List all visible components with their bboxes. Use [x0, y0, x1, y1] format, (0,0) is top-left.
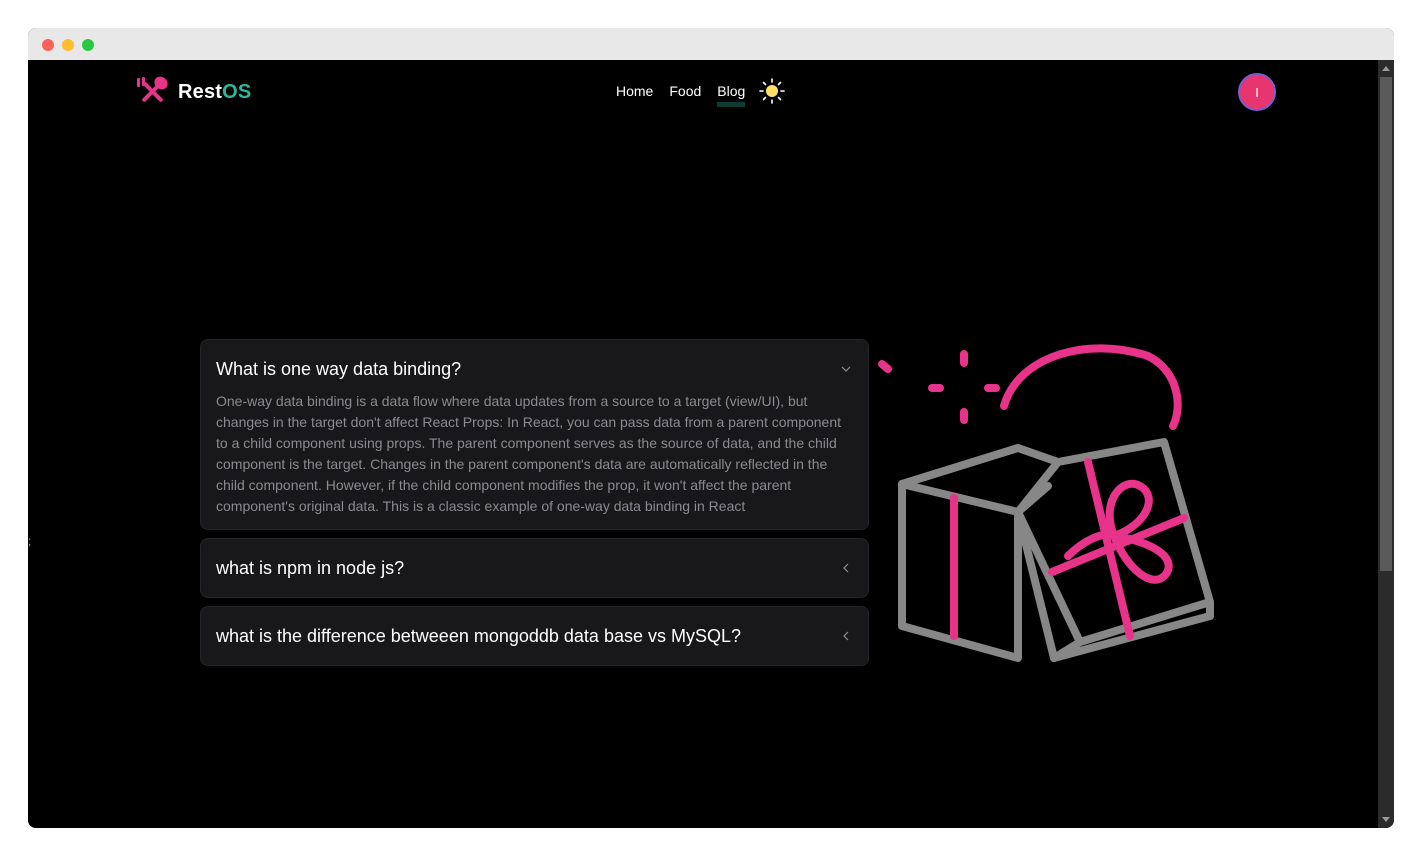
fork-spoon-icon [137, 76, 168, 102]
minimize-window-button[interactable] [62, 39, 74, 51]
page-viewport: RestOS Home Food Blog I ; What is one wa… [28, 60, 1378, 828]
maximize-window-button[interactable] [82, 39, 94, 51]
window-titlebar [28, 28, 1394, 60]
gift-box-illustration [878, 344, 1214, 662]
faq-question: what is npm in node js? [216, 557, 405, 578]
nav-link-home[interactable]: Home [616, 83, 653, 105]
faq-item-header[interactable]: What is one way data binding? [201, 340, 868, 398]
faq-item: What is one way data binding? One-way da… [200, 339, 869, 530]
chevron-down-icon [841, 366, 851, 372]
brand-name: RestOS [178, 81, 251, 104]
main-nav: Home Food Blog [616, 78, 786, 107]
brand-logo[interactable]: RestOS [136, 76, 251, 108]
faq-item-header[interactable]: what is npm in node js? [201, 539, 868, 597]
browser-window: RestOS Home Food Blog I ; What is one wa… [28, 28, 1394, 828]
scroll-up-arrow[interactable] [1382, 66, 1390, 71]
brand-name-main: Rest [178, 80, 223, 103]
faq-item: what is npm in node js? [200, 538, 869, 598]
faq-question: what is the difference betweeen mongoddb… [216, 625, 741, 646]
avatar-initial: I [1255, 84, 1259, 100]
sun-icon[interactable] [759, 78, 786, 104]
chevron-left-icon [843, 563, 849, 573]
chevron-left-icon [843, 631, 849, 641]
faq-item-header[interactable]: what is the difference betweeen mongoddb… [201, 607, 868, 665]
scrollbar-thumb[interactable] [1380, 77, 1392, 571]
close-window-button[interactable] [42, 39, 54, 51]
faq-answer: One-way data binding is a data flow wher… [216, 393, 842, 514]
vertical-scrollbar[interactable] [1378, 60, 1394, 828]
stray-mark: ; [28, 534, 32, 548]
faq-question: What is one way data binding? [216, 358, 462, 379]
nav-link-blog[interactable]: Blog [717, 83, 746, 107]
user-avatar[interactable]: I [1238, 73, 1276, 111]
nav-link-food[interactable]: Food [669, 83, 701, 105]
faq-item: what is the difference betweeen mongoddb… [200, 606, 869, 666]
faq-accordion: What is one way data binding? One-way da… [200, 339, 869, 674]
scroll-down-arrow[interactable] [1382, 817, 1390, 822]
brand-name-accent: OS [222, 80, 252, 103]
